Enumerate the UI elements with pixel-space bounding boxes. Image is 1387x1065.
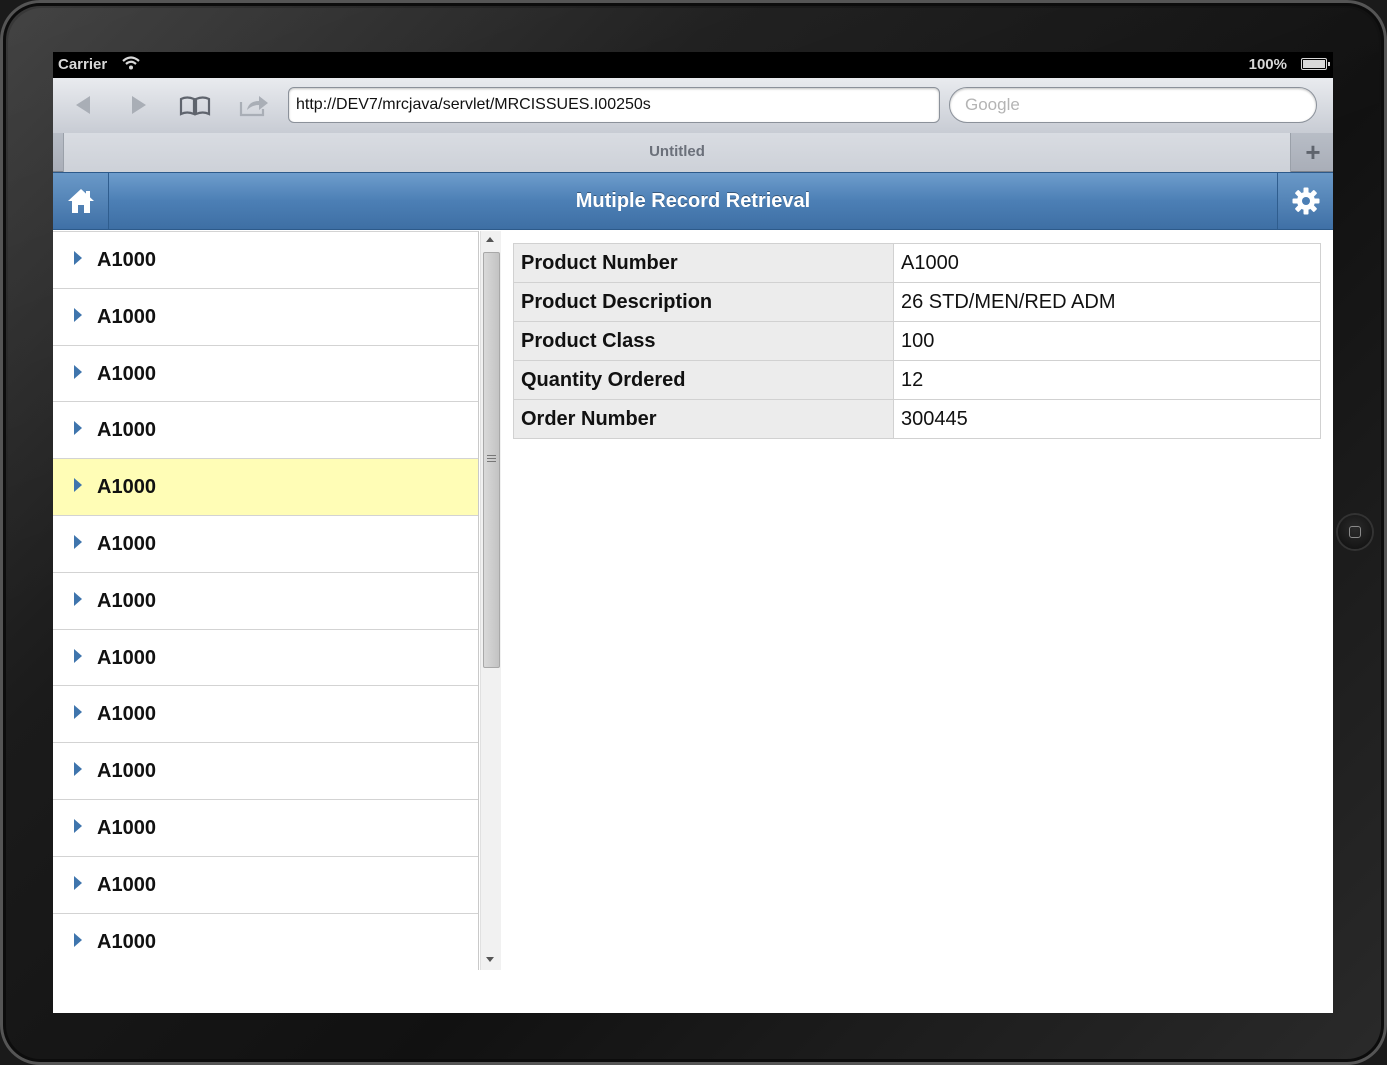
battery-percent: 100% [1248, 56, 1287, 73]
record-detail-table: Product Number A1000 Product Description 26… [513, 243, 1321, 439]
new-tab-button[interactable]: + [1295, 135, 1331, 171]
list-item-label: A1000 [97, 476, 156, 499]
detail-label: Order Number [513, 399, 894, 439]
back-arrow-icon[interactable] [68, 92, 98, 118]
list-item[interactable]: A1000 [53, 855, 478, 913]
list-item-label: A1000 [97, 930, 156, 953]
list-item[interactable]: A1000 [53, 287, 478, 345]
detail-label: Product Number [513, 243, 894, 283]
app-header: Mutiple Record Retrieval [53, 172, 1333, 230]
list-item[interactable]: A1000 [53, 344, 478, 402]
disclosure-arrow-icon [74, 421, 82, 436]
record-list: A1000 A1000 A1000 A1000 A1000 A1000 A1000 A1000… [53, 231, 479, 970]
disclosure-arrow-icon [74, 251, 82, 265]
settings-button[interactable] [1277, 173, 1333, 229]
battery-icon [1301, 58, 1330, 70]
detail-row: Product Class 100 [513, 321, 1321, 361]
list-item[interactable]: A1000 [53, 799, 478, 856]
disclosure-arrow-icon [74, 705, 82, 720]
scroll-down-arrow-icon[interactable] [486, 957, 494, 962]
disclosure-arrow-icon [74, 535, 82, 549]
browser-toolbar: http://DEV7/mrcjava/servlet/MRCISSUES.I0… [53, 78, 1333, 133]
gear-icon [1292, 187, 1320, 215]
detail-value: A1000 [893, 243, 1321, 283]
list-item[interactable]: A1000 [53, 912, 478, 970]
detail-value: 26 STD/MEN/RED ADM [893, 282, 1321, 322]
list-item[interactable]: A1000 [53, 231, 478, 288]
detail-row: Quantity Ordered 12 [513, 360, 1321, 400]
list-item-label: A1000 [97, 873, 156, 896]
disclosure-arrow-icon [74, 875, 82, 890]
list-item-label: A1000 [97, 362, 156, 385]
tab-untitled[interactable]: Untitled [63, 133, 1291, 172]
wifi-icon [122, 56, 140, 70]
status-bar: Carrier 100% [53, 52, 1333, 78]
detail-label: Quantity Ordered [513, 360, 894, 400]
forward-arrow-icon[interactable] [124, 92, 154, 118]
detail-label: Product Description [513, 282, 894, 322]
list-item[interactable]: A1000 [53, 515, 478, 572]
detail-value: 300445 [893, 399, 1321, 439]
list-item[interactable]: A1000 [53, 742, 478, 800]
list-item-label: A1000 [97, 703, 156, 726]
page-title: Mutiple Record Retrieval [575, 190, 811, 212]
home-square-icon [1349, 526, 1361, 538]
url-field[interactable]: http://DEV7/mrcjava/servlet/MRCISSUES.I0… [288, 87, 940, 123]
detail-row: Order Number 300445 [513, 399, 1321, 439]
list-item[interactable]: A1000 [53, 571, 478, 629]
disclosure-arrow-icon [74, 819, 82, 833]
list-item-label: A1000 [97, 760, 156, 783]
list-item[interactable]: A1000 [53, 458, 478, 516]
carrier-label: Carrier [58, 56, 108, 73]
list-item-label: A1000 [97, 817, 156, 839]
detail-value: 12 [893, 360, 1321, 400]
disclosure-arrow-icon [74, 762, 82, 777]
list-item-label: A1000 [97, 589, 156, 612]
disclosure-arrow-icon [74, 307, 82, 322]
detail-row: Product Description 26 STD/MEN/RED ADM [513, 282, 1321, 322]
list-item-label: A1000 [97, 533, 156, 555]
scroll-up-arrow-icon[interactable] [486, 237, 494, 242]
disclosure-arrow-icon [74, 478, 82, 493]
list-item[interactable]: A1000 [53, 628, 478, 686]
browser-tab-bar: Untitled + [53, 133, 1333, 172]
list-item-label: A1000 [97, 305, 156, 328]
list-scrollbar[interactable] [480, 231, 501, 970]
screen: Carrier 100% http://DEV7/mrcjava/servlet… [53, 52, 1333, 1013]
list-item-label: A1000 [97, 419, 156, 442]
detail-row: Product Number A1000 [513, 243, 1321, 283]
detail-label: Product Class [513, 321, 894, 361]
disclosure-arrow-icon [74, 364, 82, 379]
list-item-label: A1000 [97, 646, 156, 669]
share-icon[interactable] [237, 92, 271, 118]
list-item[interactable]: A1000 [53, 685, 478, 743]
list-item-label: A1000 [97, 249, 156, 271]
bookmarks-icon[interactable] [178, 92, 212, 118]
scrollbar-thumb[interactable] [483, 252, 500, 668]
device-home-button[interactable] [1338, 515, 1372, 549]
detail-value: 100 [893, 321, 1321, 361]
disclosure-arrow-icon [74, 591, 82, 606]
list-item[interactable]: A1000 [53, 401, 478, 459]
disclosure-arrow-icon [74, 932, 82, 947]
disclosure-arrow-icon [74, 648, 82, 663]
search-field[interactable]: Google [949, 87, 1317, 123]
